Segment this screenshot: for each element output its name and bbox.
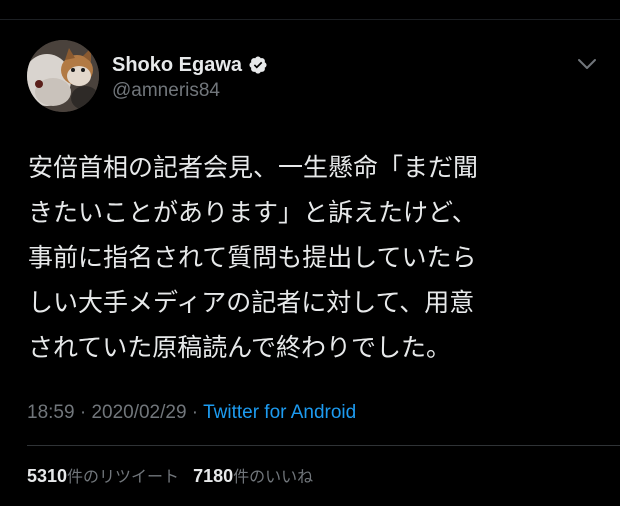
- tweet-text: 安倍首相の記者会見、一生懸命「まだ聞 きたいことがあります」と訴えたけど、 事前…: [28, 145, 598, 370]
- meta-separator: ·: [186, 402, 204, 423]
- retweets-stat[interactable]: 5310 件のリツイート: [27, 463, 179, 487]
- tweet-date[interactable]: 2020/02/29: [91, 402, 186, 423]
- tweet-stats: 5310 件のリツイート 7180 件のいいね: [27, 463, 313, 487]
- likes-stat[interactable]: 7180 件のいいね: [193, 463, 313, 487]
- tweet-text-line: 事前に指名されて質問も提出していたら: [28, 243, 477, 272]
- display-name[interactable]: Shoko Egawa: [112, 54, 242, 77]
- stats-divider: [27, 445, 620, 446]
- tweet-metadata: 18:59 · 2020/02/29 · Twitter for Android: [27, 402, 356, 424]
- tweet-source-link[interactable]: Twitter for Android: [203, 402, 356, 423]
- verified-badge-icon: [248, 55, 268, 75]
- avatar[interactable]: [27, 40, 99, 112]
- tweet-text-line: 安倍首相の記者会見、一生懸命「まだ聞: [28, 153, 479, 182]
- tweet-text-line: きたいことがあります」と訴えたけど、: [28, 198, 477, 227]
- author-handle[interactable]: @amneris84: [112, 80, 220, 102]
- more-options-button[interactable]: [574, 53, 600, 75]
- retweets-count: 5310: [27, 466, 68, 486]
- chevron-down-icon: [578, 59, 596, 69]
- meta-separator: ·: [74, 402, 92, 423]
- likes-label: 件のいいね: [233, 467, 314, 486]
- tweet-text-line: されていた原稿読んで終わりでした。: [28, 333, 452, 362]
- likes-count: 7180: [193, 466, 234, 486]
- author-name-row[interactable]: Shoko Egawa: [112, 52, 268, 78]
- cat-photo-avatar-icon: [27, 40, 99, 112]
- tweet-text-line: しい大手メディアの記者に対して、用意: [28, 288, 475, 317]
- retweets-label: 件のリツイート: [67, 467, 180, 486]
- tweet-time[interactable]: 18:59: [27, 402, 75, 423]
- top-divider: [0, 19, 620, 20]
